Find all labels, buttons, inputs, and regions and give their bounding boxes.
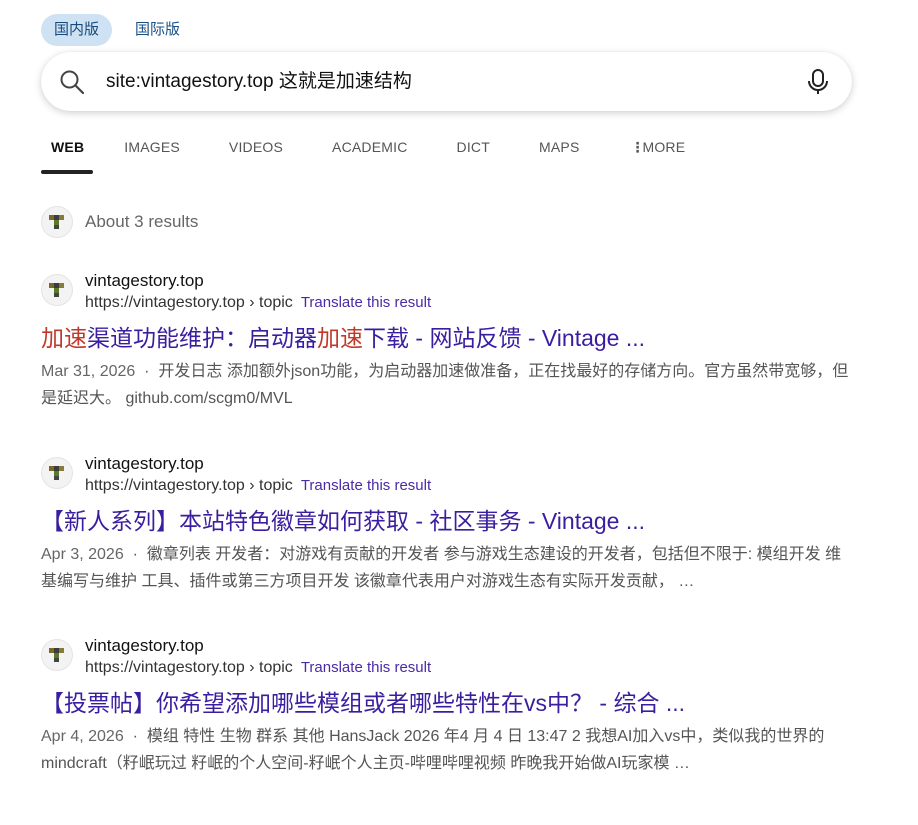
tab-academic[interactable]: ACADEMIC <box>332 128 408 166</box>
tab-more[interactable]: ⋮MORE <box>630 128 685 166</box>
tab-videos[interactable]: VIDEOS <box>229 128 283 166</box>
region-international-button[interactable]: 国际版 <box>122 14 193 46</box>
title-text: 下载 - 网站反馈 - Vintage ... <box>363 325 646 351</box>
title-text: 渠道功能维护：启动器 <box>87 325 317 351</box>
title-highlight: 加速 <box>41 325 87 351</box>
search-result: vintagestory.top https://vintagestory.to… <box>41 635 861 777</box>
result-site-name[interactable]: vintagestory.top <box>85 270 431 292</box>
site-favicon-icon <box>41 639 73 671</box>
tab-web[interactable]: WEB <box>51 128 84 166</box>
result-date: Apr 4, 2026 <box>41 728 124 745</box>
result-snippet: Apr 3, 2026 · 徽章列表 开发者：对游戏有贡献的开发者 参与游戏生态… <box>41 541 853 595</box>
site-favicon-icon <box>41 274 73 306</box>
date-separator: · <box>135 363 159 380</box>
tab-more-label: MORE <box>642 139 686 155</box>
snippet-text: 模组 特性 生物 群系 其他 HansJack 2026 年4 月 4 日 13… <box>41 728 825 772</box>
result-site-name[interactable]: vintagestory.top <box>85 453 431 475</box>
results-count-row: About 3 results <box>41 206 198 238</box>
result-date: Mar 31, 2026 <box>41 363 136 380</box>
result-site-name[interactable]: vintagestory.top <box>85 635 431 657</box>
active-tab-indicator <box>41 170 93 174</box>
snippet-text: 开发日志 添加额外json功能，为启动器加速做准备，正在找最好的存储方向。官方虽… <box>41 363 849 407</box>
site-favicon-icon <box>41 206 73 238</box>
tab-dict[interactable]: DICT <box>457 128 490 166</box>
result-url[interactable]: https://vintagestory.top › topic <box>85 477 293 494</box>
microphone-icon[interactable] <box>806 68 830 96</box>
result-title-link[interactable]: 【新人系列】本站特色徽章如何获取 - 社区事务 - Vintage ... <box>41 505 861 537</box>
result-snippet: Mar 31, 2026 · 开发日志 添加额外json功能，为启动器加速做准备… <box>41 358 853 412</box>
result-title-link[interactable]: 【投票帖】你希望添加哪些模组或者哪些特性在vs中？ - 综合 ... <box>41 687 861 719</box>
tab-maps[interactable]: MAPS <box>539 128 579 166</box>
date-separator: · <box>123 728 147 745</box>
result-url[interactable]: https://vintagestory.top › topic <box>85 294 293 311</box>
search-icon[interactable] <box>59 69 85 95</box>
translate-result-link[interactable]: Translate this result <box>301 659 431 676</box>
translate-result-link[interactable]: Translate this result <box>301 294 431 311</box>
result-date: Apr 3, 2026 <box>41 546 124 563</box>
region-domestic-button[interactable]: 国内版 <box>41 14 113 46</box>
result-snippet: Apr 4, 2026 · 模组 特性 生物 群系 其他 HansJack 20… <box>41 723 853 777</box>
result-url[interactable]: https://vintagestory.top › topic <box>85 659 293 676</box>
search-box[interactable]: site:vintagestory.top 这就是加速结构 <box>41 52 852 111</box>
translate-result-link[interactable]: Translate this result <box>301 477 431 494</box>
more-vertical-icon: ⋮ <box>630 139 645 155</box>
result-title-link[interactable]: 加速渠道功能维护：启动器加速下载 - 网站反馈 - Vintage ... <box>41 322 861 354</box>
search-tabs: WEB IMAGES VIDEOS ACADEMIC DICT MAPS ⋮MO… <box>41 128 685 174</box>
title-highlight: 加速 <box>317 325 363 351</box>
search-result: vintagestory.top https://vintagestory.to… <box>41 270 861 412</box>
results-count: About 3 results <box>85 212 199 231</box>
date-separator: · <box>123 546 147 563</box>
snippet-text: 徽章列表 开发者：对游戏有贡献的开发者 参与游戏生态建设的开发者，包括但不限于:… <box>41 546 842 590</box>
tab-images[interactable]: IMAGES <box>124 128 180 166</box>
site-favicon-icon <box>41 457 73 489</box>
search-input[interactable]: site:vintagestory.top 这就是加速结构 <box>106 52 412 111</box>
region-toggle: 国内版 国际版 <box>41 14 203 46</box>
search-result: vintagestory.top https://vintagestory.to… <box>41 453 861 595</box>
